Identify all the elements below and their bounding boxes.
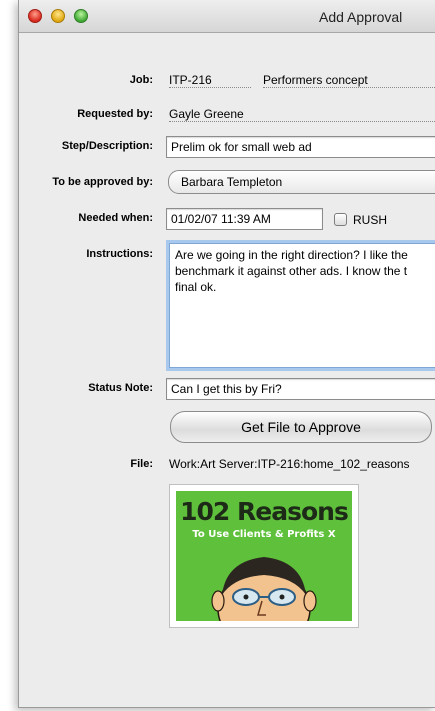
- instructions-label: Instructions:: [86, 248, 153, 260]
- preview-poster: 102 Reasons To Use Clients & Profits X: [176, 491, 352, 621]
- step-description-field[interactable]: Prelim ok for small web ad: [166, 136, 435, 158]
- file-label: File:: [130, 458, 153, 470]
- rush-checkbox[interactable]: [334, 213, 347, 226]
- needed-when-field[interactable]: 01/02/07 11:39 AM: [166, 208, 323, 230]
- minimize-window-icon[interactable]: [51, 9, 65, 23]
- add-approval-window: Add Approval Job: ITP-216 Performers con…: [18, 0, 435, 708]
- file-preview-thumbnail[interactable]: 102 Reasons To Use Clients & Profits X: [169, 484, 359, 628]
- cartoon-face-illustration: [211, 557, 317, 621]
- zoom-window-icon[interactable]: [74, 9, 88, 23]
- job-label: Job:: [129, 74, 153, 86]
- approver-popup[interactable]: Barbara Templeton: [168, 170, 435, 194]
- step-description-label: Step/Description:: [61, 140, 153, 152]
- status-note-label: Status Note:: [88, 382, 153, 394]
- needed-when-label: Needed when:: [78, 212, 153, 224]
- requested-by-label: Requested by:: [77, 108, 153, 120]
- job-number: ITP-216: [169, 73, 251, 88]
- file-path: Work:Art Server:ITP-216:home_102_reasons: [169, 457, 410, 471]
- title-bar: Add Approval: [19, 0, 435, 33]
- window-title: Add Approval: [319, 9, 403, 25]
- get-file-button[interactable]: Get File to Approve: [170, 411, 432, 443]
- requested-by-value: Gayle Greene: [169, 107, 435, 122]
- approver-label: To be approved by:: [52, 176, 153, 188]
- instructions-textarea[interactable]: Are we going in the right direction? I l…: [169, 243, 435, 368]
- status-note-field[interactable]: Can I get this by Fri?: [166, 378, 435, 400]
- rush-label: RUSH: [353, 213, 388, 227]
- job-name: Performers concept: [263, 73, 435, 88]
- close-window-icon[interactable]: [28, 9, 42, 23]
